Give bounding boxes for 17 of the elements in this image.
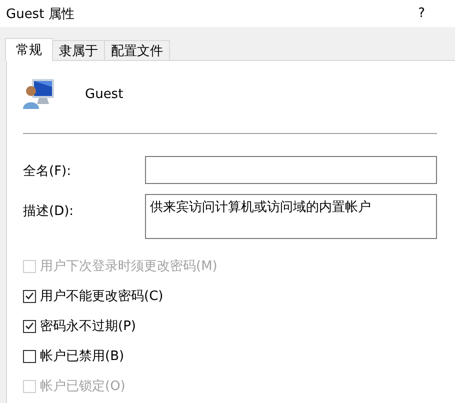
window-title: Guest 属性: [6, 6, 74, 22]
checkbox-label[interactable]: 帐户已禁用(B): [40, 347, 124, 365]
user-computer-icon: [22, 78, 56, 110]
checkbox[interactable]: [23, 350, 36, 362]
checkbox-label[interactable]: 用户不能更改密码(C): [40, 287, 164, 305]
tab[interactable]: 隶属于: [52, 40, 105, 60]
field-label: 全名(F):: [23, 163, 72, 180]
description-field[interactable]: 供来宾访问计算机或访问域的内置帐户: [145, 194, 437, 239]
checkbox[interactable]: [23, 320, 36, 332]
full-name-field[interactable]: [145, 156, 437, 184]
tab[interactable]: 配置文件: [104, 40, 170, 60]
help-button[interactable]: ?: [418, 6, 425, 21]
field-label: 描述(D):: [23, 203, 75, 220]
checkbox[interactable]: [23, 290, 36, 302]
tab[interactable]: 常规: [5, 38, 53, 61]
checkbox-label[interactable]: 密码永不过期(P): [40, 317, 136, 335]
account-name: Guest: [85, 86, 124, 102]
